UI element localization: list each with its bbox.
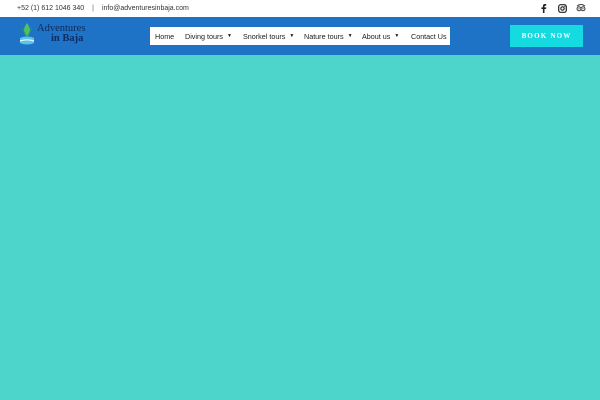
nav-nature-tours[interactable]: Nature tours ▼ bbox=[299, 27, 357, 45]
logo-line2: in Baja bbox=[51, 33, 84, 44]
caret-down-icon: ▼ bbox=[347, 33, 353, 39]
tripadvisor-icon[interactable] bbox=[576, 3, 586, 13]
nav-snorkel-tours[interactable]: Snorkel tours ▼ bbox=[238, 27, 299, 45]
site-header: Adventures in Baja Home Diving tours ▼ S… bbox=[0, 17, 600, 55]
nav-label: Contact Us bbox=[411, 31, 447, 41]
nav-label: About us bbox=[362, 31, 391, 41]
nav-label: Nature tours bbox=[304, 31, 344, 41]
logo-text: Adventures in Baja bbox=[37, 23, 85, 44]
caret-down-icon: ▼ bbox=[394, 33, 400, 39]
top-contact-bar: +52 (1) 612 1046 340 | info@adventuresin… bbox=[0, 0, 600, 17]
caret-down-icon: ▼ bbox=[289, 33, 295, 39]
main-nav: Home Diving tours ▼ Snorkel tours ▼ Natu… bbox=[150, 27, 450, 45]
logo-mark-icon bbox=[19, 22, 35, 48]
nav-about-us[interactable]: About us ▼ bbox=[357, 27, 406, 45]
facebook-icon[interactable] bbox=[538, 3, 548, 13]
nav-label: Snorkel tours bbox=[243, 31, 286, 41]
instagram-icon[interactable] bbox=[557, 3, 567, 13]
email-link[interactable]: info@adventuresinbaja.com bbox=[102, 5, 189, 12]
nav-label: Home bbox=[155, 31, 175, 41]
nav-label: Diving tours bbox=[185, 31, 223, 41]
phone-number[interactable]: +52 (1) 612 1046 340 bbox=[17, 5, 84, 12]
separator: | bbox=[92, 5, 94, 12]
logo[interactable]: Adventures in Baja bbox=[19, 22, 94, 50]
nav-home[interactable]: Home bbox=[150, 27, 180, 45]
nav-contact-us[interactable]: Contact Us bbox=[406, 27, 450, 45]
book-now-button[interactable]: BOOK NOW bbox=[510, 25, 583, 47]
hero-banner bbox=[0, 55, 600, 400]
nav-diving-tours[interactable]: Diving tours ▼ bbox=[180, 27, 238, 45]
caret-down-icon: ▼ bbox=[226, 33, 232, 39]
social-links bbox=[538, 3, 586, 13]
